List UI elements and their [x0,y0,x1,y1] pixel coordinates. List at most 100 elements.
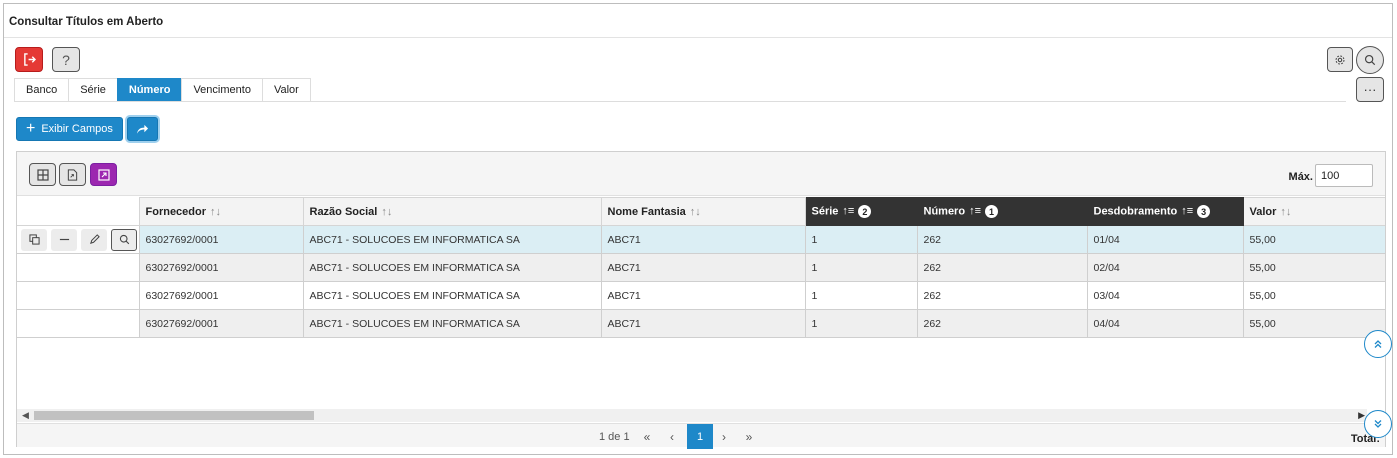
cell-fornecedor: 63027692/0001 [138,281,303,310]
cell-serie: 1 [804,253,917,282]
scrollbar-thumb[interactable] [34,411,314,420]
scroll-top-button[interactable] [1364,330,1392,358]
copy-icon [28,234,40,245]
scroll-bottom-button[interactable] [1364,410,1392,438]
cell-valor: 55,00 [1242,309,1385,338]
chevrons-down-icon [1374,420,1382,428]
cell-razao-social: ABC71 - SOLUCOES EM INFORMATICA SA [302,309,601,338]
grid-toolbar: Máx. [17,152,1385,196]
cell-numero: 262 [916,281,1087,310]
column-header-razao-social[interactable]: Razão Social ↑↓ [302,197,602,226]
edit-button[interactable] [81,228,107,251]
column-label: Nome Fantasia [607,205,686,218]
tab-numero[interactable]: Número [116,78,182,101]
main-window: Consultar Títulos em Aberto ? ··· Banco … [3,3,1393,455]
next-page-button[interactable]: › [714,428,734,446]
column-header-nome-fantasia[interactable]: Nome Fantasia ↑↓ [600,197,806,226]
sort-ascending-icon: ↑≡ [842,205,855,218]
sort-icon: ↑↓ [689,205,701,218]
remove-button[interactable] [51,228,77,251]
cell-desdobramento: 03/04 [1086,281,1243,310]
table-row[interactable]: 63027692/0001 ABC71 - SOLUCOES EM INFORM… [17,253,1385,282]
search-icon [1364,54,1376,66]
column-label: Desdobramento [1093,205,1178,218]
exit-button[interactable] [15,47,43,72]
cell-valor: 55,00 [1242,253,1385,282]
current-page-button[interactable]: 1 [687,424,713,449]
cell-serie: 1 [804,281,917,310]
grid-layout-button[interactable] [29,163,56,186]
plus-icon: + [26,120,36,137]
first-page-button[interactable]: « [637,428,657,446]
cell-valor: 55,00 [1242,225,1385,254]
sort-icon: ↑↓ [381,205,393,218]
sort-order-badge: 3 [1197,205,1211,218]
horizontal-scrollbar[interactable]: ◀ ▶ [17,409,1367,422]
title-divider [4,37,1392,38]
cell-numero: 262 [916,309,1087,338]
column-header-fornecedor[interactable]: Fornecedor ↑↓ [138,197,304,226]
more-options-button[interactable]: ··· [1356,77,1384,102]
help-button[interactable]: ? [52,47,80,72]
cell-numero: 262 [916,225,1087,254]
data-grid: Máx. Fornecedor↑↓ Razão Social↑↓ Nome Fa… [16,151,1386,449]
tab-serie[interactable]: Série [68,78,117,101]
sort-icon: ↑↓ [1280,205,1292,218]
share-arrow-icon [136,124,149,134]
tab-vencimento[interactable]: Vencimento [181,78,262,101]
results-table: Fornecedor ↑↓ Razão Social ↑↓ Nome Fantasi… [17,197,1385,338]
scroll-left-icon[interactable]: ◀ [22,410,29,421]
cell-serie: 1 [804,225,917,254]
cell-nome-fantasia: ABC71 [600,281,805,310]
cell-desdobramento: 04/04 [1086,309,1243,338]
table-row[interactable]: 63027692/0001 ABC71 - SOLUCOES EM INFORM… [17,309,1385,338]
search-button[interactable] [1356,46,1384,74]
tabs-divider [14,101,1346,102]
share-button[interactable] [127,117,158,141]
copy-button[interactable] [21,228,47,251]
sort-icon: ↑↓ [210,205,222,218]
cell-razao-social: ABC71 - SOLUCOES EM INFORMATICA SA [302,253,601,282]
export-file-button[interactable] [59,163,86,186]
search-icon [119,234,129,245]
row-actions [17,309,139,338]
column-header-desdobramento[interactable]: Desdobramento ↑≡ 3 [1086,197,1244,226]
column-label: Fornecedor [145,205,207,218]
column-header-valor[interactable]: Valor ↑↓ [1242,197,1385,226]
sort-ascending-icon: ↑≡ [1181,205,1194,218]
max-label: Máx. [1288,171,1313,183]
column-header-numero[interactable]: Número ↑≡ 1 [916,197,1088,226]
expand-button[interactable] [90,163,117,186]
cell-desdobramento: 01/04 [1086,225,1243,254]
column-label: Série [811,205,839,218]
cell-nome-fantasia: ABC71 [600,225,805,254]
cell-fornecedor: 63027692/0001 [138,253,303,282]
view-button[interactable] [111,228,137,251]
table-row[interactable]: 63027692/0001 ABC71 - SOLUCOES EM INFORM… [17,225,1385,254]
max-input[interactable] [1315,164,1373,187]
column-label: Número [923,205,966,218]
sort-order-badge: 2 [858,205,872,218]
chevrons-up-icon [1374,340,1382,348]
last-page-button[interactable]: » [739,428,759,446]
tab-banco[interactable]: Banco [14,78,69,101]
cell-razao-social: ABC71 - SOLUCOES EM INFORMATICA SA [302,281,601,310]
column-header-serie[interactable]: Série ↑≡ 2 [804,197,918,226]
prev-page-button[interactable]: ‹ [662,428,682,446]
cell-fornecedor: 63027692/0001 [138,309,303,338]
pagination-bar: 1 de 1 « ‹ 1 › » Total: [17,423,1385,449]
table-scroll-area[interactable]: Fornecedor ↑↓ Razão Social ↑↓ Nome Fantasi… [17,197,1385,407]
table-row[interactable]: 63027692/0001 ABC71 - SOLUCOES EM INFORM… [17,281,1385,310]
settings-button[interactable] [1327,47,1353,72]
table-header-row: Fornecedor ↑↓ Razão Social ↑↓ Nome Fantasi… [17,197,1385,226]
row-actions [17,225,139,254]
gear-icon [1335,54,1345,65]
page-info: 1 de 1 [599,431,630,443]
cell-serie: 1 [804,309,917,338]
file-export-icon [67,168,78,181]
minus-icon [59,238,69,241]
window-title: Consultar Títulos em Aberto [9,16,164,28]
cell-nome-fantasia: ABC71 [600,253,805,282]
exibir-campos-button[interactable]: + Exibir Campos [16,117,123,141]
tab-valor[interactable]: Valor [261,78,311,101]
